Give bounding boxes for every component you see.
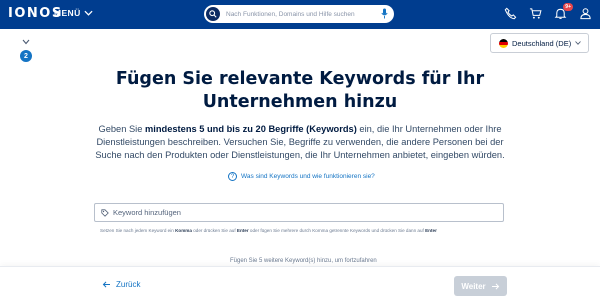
hint-emphasis: Komma xyxy=(175,228,192,233)
description-text: Geben Sie mindestens 5 und bis zu 20 Beg… xyxy=(84,123,516,162)
chevron-down-icon[interactable] xyxy=(22,39,30,45)
phone-icon[interactable] xyxy=(504,7,517,20)
chevron-down-icon xyxy=(575,41,582,45)
hint-text: oder drücken Sie auf xyxy=(191,228,237,233)
top-navigation-bar: IONOS MENÜ 9+ xyxy=(0,0,600,29)
description-emphasis: mindestens 5 und bis zu 20 Begriffe (Key… xyxy=(145,124,357,134)
arrow-left-icon xyxy=(102,281,110,288)
step-indicator: 2 xyxy=(19,39,33,62)
hint-text: oder fügen Sie mehrere durch Komma getre… xyxy=(248,228,426,233)
back-button-label: Zurück xyxy=(116,280,141,289)
page-title: Fügen Sie relevante Keywords für Ihr Unt… xyxy=(115,69,485,112)
next-button-label: Weiter xyxy=(461,281,486,291)
language-selector[interactable]: Deutschland (DE) xyxy=(490,33,589,53)
hint-emphasis: Enter xyxy=(236,228,249,233)
menu-button[interactable]: MENÜ xyxy=(54,8,93,18)
keywords-remaining-text: Fügen Sie 5 weitere Keyword(s) hinzu, um… xyxy=(230,258,377,264)
search-input[interactable] xyxy=(226,10,376,18)
keyword-input-hint: Setzen Sie nach jedem Keyword ein Komma … xyxy=(100,228,437,233)
search-icon[interactable] xyxy=(206,7,220,21)
microphone-icon[interactable] xyxy=(381,8,388,19)
chevron-down-icon xyxy=(84,10,93,16)
keyword-input[interactable] xyxy=(113,208,493,217)
arrow-right-icon xyxy=(491,283,499,289)
notification-badge: 9+ xyxy=(563,3,573,11)
wizard-footer: Zurück Weiter xyxy=(0,266,600,305)
description-intro: Geben Sie xyxy=(98,124,145,134)
back-button[interactable]: Zurück xyxy=(102,280,140,289)
cart-icon[interactable] xyxy=(529,7,542,20)
germany-flag-icon xyxy=(499,38,508,48)
hint-text: Setzen Sie nach jedem Keyword ein xyxy=(100,228,176,233)
step-number: 2 xyxy=(20,50,32,62)
language-label: Deutschland (DE) xyxy=(512,38,572,48)
help-link-label: Was sind Keywords und wie funktionieren … xyxy=(241,173,375,180)
menu-label: MENÜ xyxy=(54,8,81,18)
tag-icon xyxy=(101,208,109,217)
user-icon[interactable] xyxy=(579,7,592,20)
hint-emphasis: Enter xyxy=(425,228,437,233)
next-button[interactable]: Weiter xyxy=(454,276,507,296)
keyword-input-field[interactable] xyxy=(94,203,504,222)
question-icon: ? xyxy=(228,172,237,181)
notifications-bell-icon[interactable]: 9+ xyxy=(554,3,573,20)
search-bar[interactable] xyxy=(204,5,394,23)
keywords-help-link[interactable]: ? Was sind Keywords und wie funktioniere… xyxy=(228,172,375,181)
